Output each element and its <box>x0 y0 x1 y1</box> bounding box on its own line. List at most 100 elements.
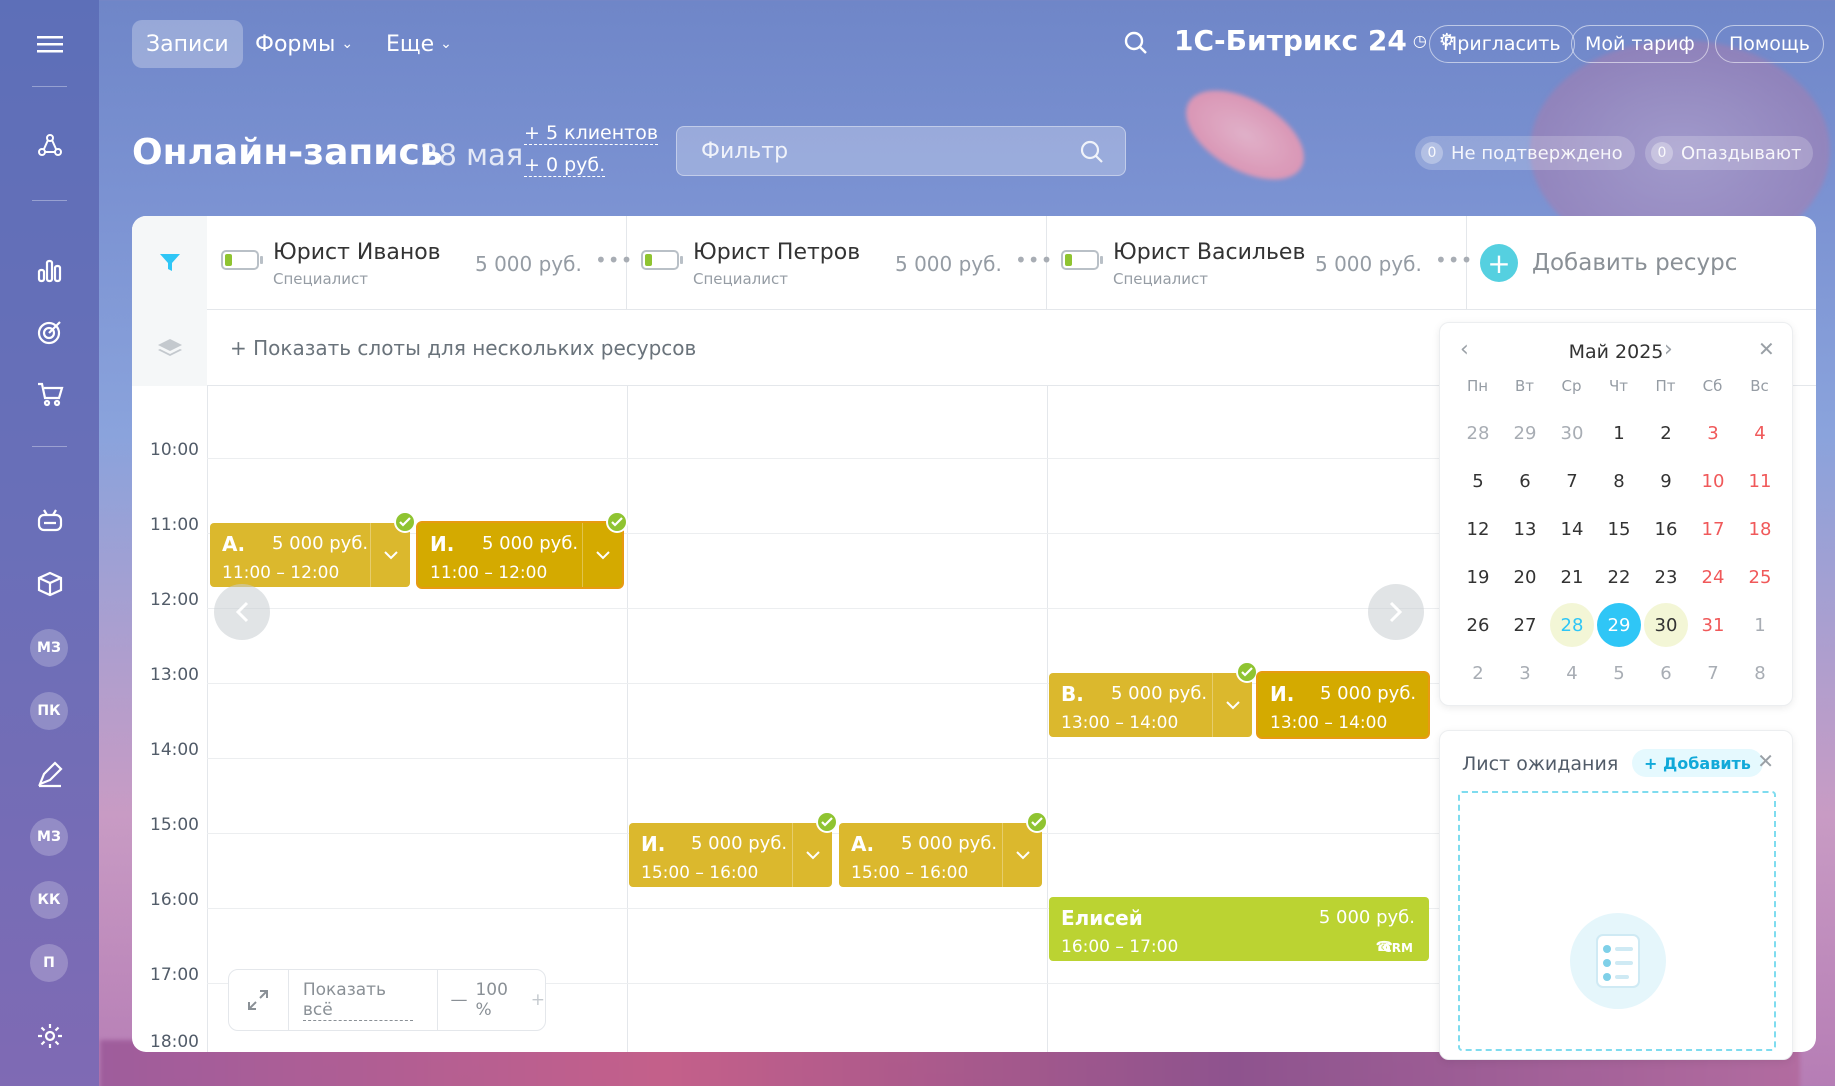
next-arrow-button[interactable] <box>1368 584 1424 640</box>
pen-icon[interactable] <box>30 754 70 794</box>
prev-arrow-button[interactable] <box>214 584 270 640</box>
calendar-day[interactable]: 22 <box>1597 555 1641 599</box>
booking-card[interactable]: А. 5 000 руб. 15:00 – 16:00 <box>839 811 1048 887</box>
calendar-day[interactable]: 30 <box>1550 411 1594 455</box>
calendar-day[interactable]: 3 <box>1691 411 1735 455</box>
calendar-day[interactable]: 14 <box>1550 507 1594 551</box>
calendar-day[interactable]: 28 <box>1550 603 1594 647</box>
resource-name[interactable]: Юрист Иванов <box>273 240 441 265</box>
calendar-day[interactable]: 10 <box>1691 459 1735 503</box>
waitlist-dropzone[interactable] <box>1458 791 1776 1051</box>
calendar-day[interactable]: 7 <box>1691 651 1735 695</box>
booking-card[interactable]: Елисей 5 000 руб. 16:00 – 17:00 ☎ CRM <box>1049 897 1429 961</box>
booking-card[interactable]: И. 5 000 руб. 15:00 – 16:00 <box>629 811 838 887</box>
calendar-day[interactable]: 4 <box>1738 411 1782 455</box>
avatar-mz[interactable]: МЗ <box>30 629 68 667</box>
booking-card[interactable]: В. 5 000 руб. 13:00 – 14:00 <box>1049 661 1258 737</box>
calendar-day[interactable]: 3 <box>1503 651 1547 695</box>
tariff-button[interactable]: Мой тариф <box>1571 25 1709 63</box>
booking-price: 5 000 руб. <box>1320 683 1417 704</box>
analytics-icon[interactable] <box>30 250 70 290</box>
clients-link-text: + 5 клиентов <box>524 122 659 145</box>
search-icon[interactable] <box>1123 30 1149 60</box>
avatar-pk[interactable]: ПК <box>30 692 68 730</box>
calendar-day[interactable]: 13 <box>1503 507 1547 551</box>
crm-flow-icon[interactable] <box>30 126 70 166</box>
calendar-day[interactable]: 21 <box>1550 555 1594 599</box>
brand-logo[interactable]: 1С-Битрикс 24 ◷ ⚙ <box>1174 24 1455 57</box>
calendar-day[interactable]: 29 <box>1597 603 1641 647</box>
calendar-day[interactable]: 23 <box>1644 555 1688 599</box>
calendar-day[interactable]: 8 <box>1738 651 1782 695</box>
robot-icon[interactable] <box>30 500 70 540</box>
calendar-day[interactable]: 20 <box>1503 555 1547 599</box>
calendar-day[interactable]: 7 <box>1550 459 1594 503</box>
unconfirmed-counter[interactable]: 0 Не подтверждено <box>1415 136 1635 170</box>
calendar-day[interactable]: 4 <box>1550 651 1594 695</box>
avatar-mz-2[interactable]: МЗ <box>30 818 68 856</box>
booking-card[interactable]: И. 5 000 руб. 13:00 – 14:00 <box>1258 673 1428 737</box>
target-icon[interactable] <box>30 312 70 352</box>
calendar-day[interactable]: 27 <box>1503 603 1547 647</box>
close-icon[interactable]: ✕ <box>1758 337 1775 361</box>
calendar-day[interactable]: 28 <box>1456 411 1500 455</box>
calendar-day[interactable]: 26 <box>1456 603 1500 647</box>
layers-icon[interactable] <box>132 310 207 386</box>
close-icon[interactable]: ✕ <box>1757 749 1774 773</box>
calendar-day[interactable]: 5 <box>1456 459 1500 503</box>
expand-icon[interactable] <box>229 969 289 1031</box>
zoom-in-button[interactable]: + <box>531 990 545 1010</box>
tab-more[interactable]: Еще ⌄ <box>372 20 466 68</box>
cart-icon[interactable] <box>30 374 70 414</box>
calendar-day[interactable]: 2 <box>1456 651 1500 695</box>
calendar-day[interactable]: 31 <box>1691 603 1735 647</box>
resource-name[interactable]: Юрист Петров <box>693 240 860 265</box>
calendar-day[interactable]: 1 <box>1738 603 1782 647</box>
calendar-day[interactable]: 2 <box>1644 411 1688 455</box>
calendar-day[interactable]: 6 <box>1503 459 1547 503</box>
filter-input[interactable]: Фильтр <box>676 126 1126 176</box>
calendar-day[interactable]: 11 <box>1738 459 1782 503</box>
calendar-day[interactable]: 30 <box>1644 603 1688 647</box>
calendar-day[interactable]: 9 <box>1644 459 1688 503</box>
invite-button[interactable]: Пригласить <box>1429 25 1575 63</box>
booking-card[interactable]: А. 5 000 руб. 11:00 – 12:00 <box>210 511 416 587</box>
show-slots-link[interactable]: + Показать слоты для нескольких ресурсов <box>230 336 696 360</box>
calendar-day[interactable]: 24 <box>1691 555 1735 599</box>
calendar-day[interactable]: 19 <box>1456 555 1500 599</box>
calendar-day[interactable]: 8 <box>1597 459 1641 503</box>
menu-icon[interactable] <box>30 24 70 64</box>
resource-column-vasiliev: Юрист Васильев Специалист 5 000 руб. ••• <box>1047 216 1472 310</box>
zoom-out-button[interactable]: — <box>450 990 467 1010</box>
box-icon[interactable] <box>30 564 70 604</box>
calendar-day[interactable]: 6 <box>1644 651 1688 695</box>
tab-forms[interactable]: Формы ⌄ <box>241 20 367 68</box>
calendar-day[interactable]: 1 <box>1597 411 1641 455</box>
clients-link[interactable]: + 5 клиентов <box>524 122 659 145</box>
search-icon[interactable] <box>1079 139 1105 171</box>
filter-placeholder: Фильтр <box>701 138 789 164</box>
booking-card-active[interactable]: И. 5 000 руб. 11:00 – 12:00 <box>418 511 628 587</box>
more-icon[interactable]: ••• <box>1435 248 1473 272</box>
calendar-day[interactable]: 25 <box>1738 555 1782 599</box>
resource-name[interactable]: Юрист Васильев <box>1113 240 1305 265</box>
help-button[interactable]: Помощь <box>1715 25 1824 63</box>
filter-funnel-icon[interactable] <box>132 216 207 310</box>
chevron-right-icon[interactable]: › <box>1664 337 1673 362</box>
add-resource-button[interactable]: + Добавить ресурс <box>1480 244 1737 282</box>
calendar-day[interactable]: 18 <box>1738 507 1782 551</box>
avatar-p[interactable]: П <box>30 944 68 982</box>
calendar-day[interactable]: 17 <box>1691 507 1735 551</box>
calendar-day[interactable]: 16 <box>1644 507 1688 551</box>
calendar-day[interactable]: 5 <box>1597 651 1641 695</box>
calendar-day[interactable]: 12 <box>1456 507 1500 551</box>
money-link[interactable]: + 0 руб. <box>524 154 606 177</box>
waitlist-add-button[interactable]: + Добавить <box>1632 749 1763 777</box>
calendar-day[interactable]: 29 <box>1503 411 1547 455</box>
show-all-link[interactable]: Показать всё <box>302 980 414 1021</box>
gear-icon[interactable] <box>30 1016 70 1056</box>
late-counter[interactable]: 0 Опаздывают <box>1645 136 1814 170</box>
calendar-day[interactable]: 15 <box>1597 507 1641 551</box>
avatar-kk[interactable]: КК <box>30 881 68 919</box>
tab-records[interactable]: Записи <box>132 20 243 68</box>
